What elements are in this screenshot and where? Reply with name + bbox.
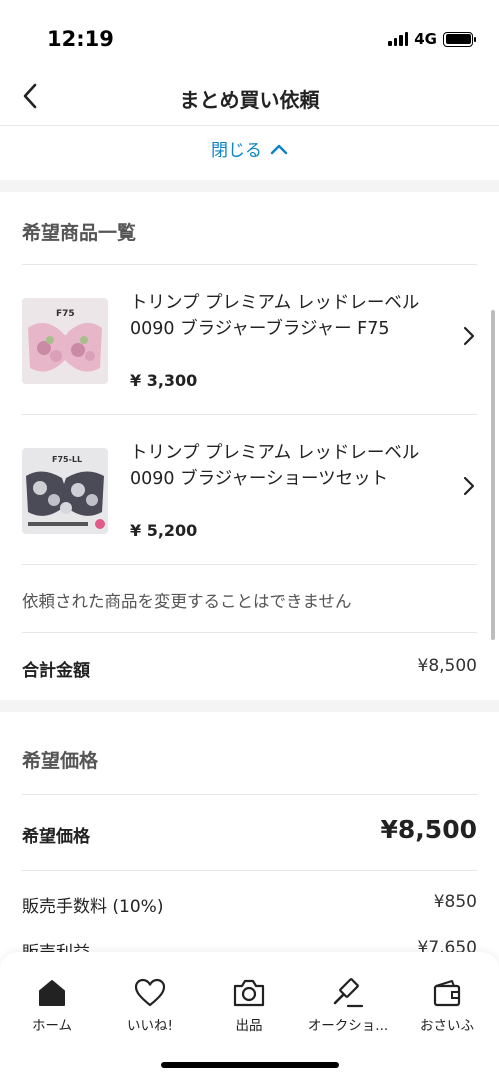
divider <box>22 870 477 871</box>
tab-label: ホーム <box>31 1018 73 1034</box>
status-indicators: 4G <box>388 30 476 48</box>
scrollbar[interactable] <box>491 310 495 640</box>
tab-bar: ホーム いいね! 出品 オークショ... おさいふ <box>0 952 499 1080</box>
close-toggle-button[interactable]: 閉じる <box>0 136 499 161</box>
fee-label: 販売手数料 (10%) <box>22 897 164 917</box>
tab-label: おさいふ <box>420 1018 474 1034</box>
desired-price-value: ¥8,500 <box>380 815 477 844</box>
divider <box>22 564 477 565</box>
product-item[interactable]: F75-LL トリンプ プレミアム レッドレーベル 0090 ブラジャーショーツ… <box>0 418 499 558</box>
tab-auction[interactable]: オークショ... <box>298 976 398 1034</box>
camera-icon <box>233 979 265 1007</box>
battery-icon <box>443 31 476 47</box>
fee-value: ¥850 <box>433 892 477 912</box>
product-price: ¥ 3,300 <box>130 371 198 390</box>
tab-label: オークショ... <box>307 1018 389 1034</box>
desired-price-label: 希望価格 <box>22 827 90 847</box>
status-bar: 12:19 4G <box>0 0 499 80</box>
tab-label: いいね! <box>127 1018 173 1034</box>
divider <box>22 632 477 633</box>
product-price: ¥ 5,200 <box>130 521 198 540</box>
close-toggle-label: 閉じる <box>211 141 262 161</box>
network-type: 4G <box>414 30 437 48</box>
status-time: 12:19 <box>47 27 114 51</box>
product-title: トリンプ プレミアム レッドレーベル 0090 ブラジャーブラジャー F75 <box>130 293 420 339</box>
page-title: まとめ買い依頼 <box>179 88 320 112</box>
product-item[interactable]: F75 トリンプ プレミアム レッドレーベル 0090 ブラジャーブラジャー F… <box>0 268 499 408</box>
heart-icon <box>134 978 166 1007</box>
tab-home[interactable]: ホーム <box>2 976 102 1034</box>
auction-icon <box>333 978 364 1008</box>
divider <box>22 794 477 795</box>
product-thumbnail: F75-LL <box>22 448 108 534</box>
total-label: 合計金額 <box>22 661 90 681</box>
desired-price-title: 希望価格 <box>22 750 99 772</box>
wallet-icon <box>433 980 461 1007</box>
tab-likes[interactable]: いいね! <box>100 976 200 1034</box>
home-icon <box>39 980 65 1006</box>
chevron-right-icon <box>463 326 475 346</box>
tab-sell[interactable]: 出品 <box>199 976 299 1034</box>
change-note: 依頼された商品を変更することはできません <box>22 592 352 611</box>
tab-wallet[interactable]: おさいふ <box>397 976 497 1034</box>
section-separator <box>0 180 499 192</box>
home-indicator <box>161 1062 339 1068</box>
wish-list-title: 希望商品一覧 <box>22 222 137 244</box>
divider <box>22 264 477 265</box>
nav-bar: まとめ買い依頼 <box>0 70 499 126</box>
section-separator <box>0 700 499 712</box>
product-thumbnail: F75 <box>22 298 108 384</box>
chevron-up-icon <box>270 144 288 154</box>
tab-label: 出品 <box>235 1018 263 1034</box>
chevron-right-icon <box>463 476 475 496</box>
total-value: ¥8,500 <box>417 656 477 676</box>
thumb-tag: F75-LL <box>52 455 82 464</box>
divider <box>22 414 477 415</box>
product-title: トリンプ プレミアム レッドレーベル 0090 ブラジャーショーツセット <box>130 443 420 489</box>
signal-icon <box>388 32 409 46</box>
thumb-tag: F75 <box>56 309 75 319</box>
